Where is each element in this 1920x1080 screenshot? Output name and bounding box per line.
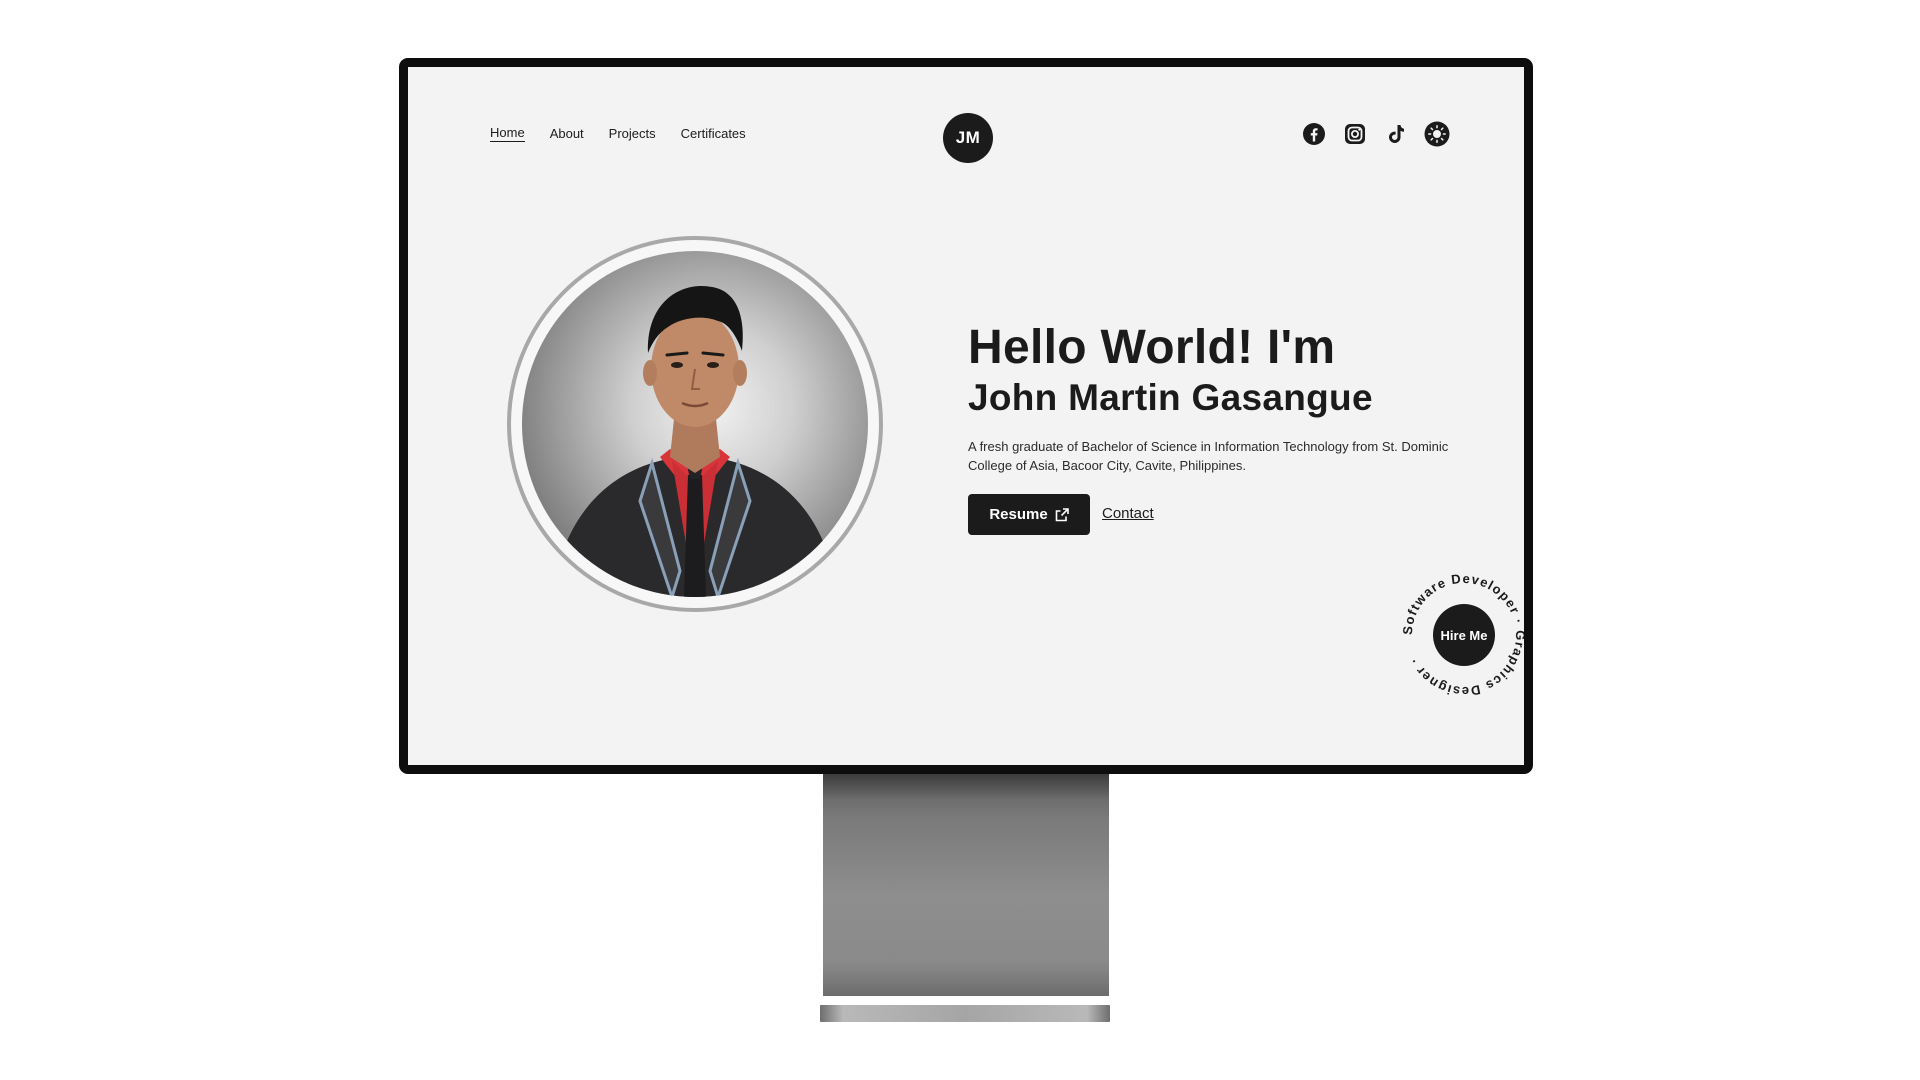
nav-home[interactable]: Home: [490, 125, 525, 142]
hire-me-badge: Software Developer · Graphics Designer ·…: [1399, 570, 1524, 700]
site-logo[interactable]: JM: [943, 113, 993, 163]
resume-button-label: Resume: [989, 506, 1048, 523]
hero-name: John Martin Gasangue: [968, 377, 1373, 418]
instagram-icon[interactable]: [1342, 121, 1368, 147]
nav-certificates[interactable]: Certificates: [681, 126, 746, 141]
external-link-icon: [1055, 507, 1069, 521]
website-screen: Home About Projects Certificates JM Hell…: [408, 67, 1524, 765]
social-links: [1301, 121, 1450, 147]
facebook-icon[interactable]: [1301, 121, 1327, 147]
profile-photo: [522, 251, 868, 597]
resume-button[interactable]: Resume: [968, 494, 1090, 535]
nav-projects[interactable]: Projects: [609, 126, 656, 141]
contact-link[interactable]: Contact: [1102, 505, 1154, 522]
monitor-stand: [823, 774, 1109, 996]
main-nav: Home About Projects Certificates: [490, 125, 746, 142]
monitor-stand-base: [820, 1005, 1110, 1022]
theme-toggle-sun-icon[interactable]: [1424, 121, 1450, 147]
desktop-mockup: Home About Projects Certificates JM Hell…: [0, 0, 1920, 1080]
hero-greeting: Hello World! I'm: [968, 321, 1336, 374]
hire-me-button[interactable]: Hire Me: [1433, 604, 1495, 666]
tiktok-icon[interactable]: [1383, 121, 1409, 147]
monitor-bezel: Home About Projects Certificates JM Hell…: [399, 58, 1533, 774]
profile-photo-frame: [507, 236, 883, 612]
nav-about[interactable]: About: [550, 126, 584, 141]
hero-description: A fresh graduate of Bachelor of Science …: [968, 439, 1449, 473]
